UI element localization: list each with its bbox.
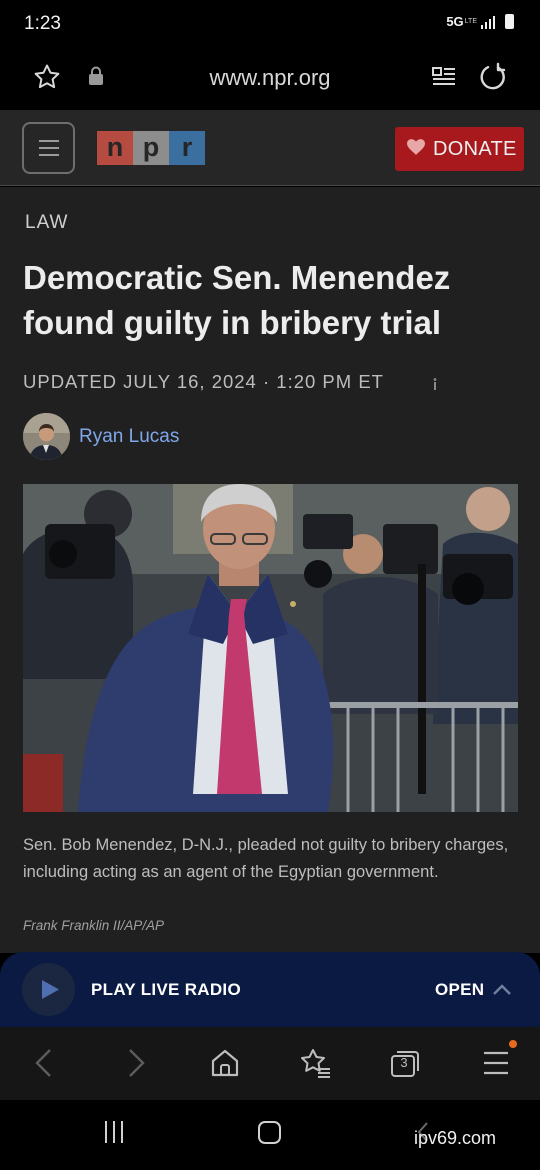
photo-credit: Frank Franklin II/AP/AP xyxy=(23,918,165,933)
reload-icon[interactable] xyxy=(478,62,508,97)
chevron-up-icon[interactable] xyxy=(491,980,513,1005)
url-field[interactable]: www.npr.org xyxy=(0,65,540,91)
notification-dot xyxy=(509,1040,517,1048)
android-navigation-bar: ipv69.com xyxy=(0,1100,540,1170)
network-sub: LTE xyxy=(464,18,477,25)
bookmarks-icon[interactable] xyxy=(298,1047,332,1084)
back-icon[interactable] xyxy=(30,1047,58,1084)
menu-icon[interactable] xyxy=(482,1047,510,1084)
forward-icon[interactable] xyxy=(122,1047,150,1084)
article-dateline: UPDATED JULY 16, 2024 · 1:20 PM ET xyxy=(23,371,384,392)
signal-icon xyxy=(481,15,495,29)
section-link[interactable]: LAW xyxy=(25,212,68,234)
article: LAW Democratic Sen. Menendez found guilt… xyxy=(0,187,540,953)
article-photo[interactable] xyxy=(23,484,518,812)
donate-button[interactable]: DONATE xyxy=(395,127,524,171)
info-icon[interactable] xyxy=(432,377,438,395)
article-headline: Democratic Sen. Menendez found guilty in… xyxy=(23,259,451,341)
status-time: 1:23 xyxy=(24,13,61,34)
battery-icon xyxy=(505,14,514,29)
status-indicators: 5G LTE xyxy=(446,14,514,29)
site-header: n p r DONATE xyxy=(0,110,540,186)
photo-caption: Sen. Bob Menendez, D-N.J., pleaded not g… xyxy=(23,836,509,881)
tab-count: 3 xyxy=(400,1055,408,1070)
play-live-radio-label[interactable]: PLAY LIVE RADIO xyxy=(91,980,241,1000)
logo-letter-r: r xyxy=(169,131,205,165)
author-avatar[interactable] xyxy=(23,413,70,460)
home-button-icon[interactable] xyxy=(258,1121,281,1144)
logo-letter-n: n xyxy=(97,131,133,165)
play-icon xyxy=(42,980,59,999)
open-player-button[interactable]: OPEN xyxy=(435,980,484,1000)
status-bar: 1:23 5G LTE xyxy=(0,0,540,50)
author-link[interactable]: Ryan Lucas xyxy=(79,426,179,448)
watermark-text: ipv69.com xyxy=(414,1128,497,1148)
browser-address-bar: www.npr.org xyxy=(0,50,540,110)
hamburger-menu-button[interactable] xyxy=(22,122,75,174)
play-button[interactable] xyxy=(22,963,75,1016)
reader-mode-icon[interactable] xyxy=(430,64,458,97)
heart-icon xyxy=(407,138,425,160)
live-radio-bar[interactable]: PLAY LIVE RADIO OPEN xyxy=(0,952,540,1027)
npr-logo[interactable]: n p r xyxy=(97,131,205,165)
logo-letter-p: p xyxy=(133,131,169,165)
network-type: 5G xyxy=(446,14,464,29)
recents-icon[interactable] xyxy=(105,1121,123,1143)
donate-label: DONATE xyxy=(433,137,517,160)
home-icon[interactable] xyxy=(210,1047,240,1084)
browser-toolbar: 3 xyxy=(0,1027,540,1100)
